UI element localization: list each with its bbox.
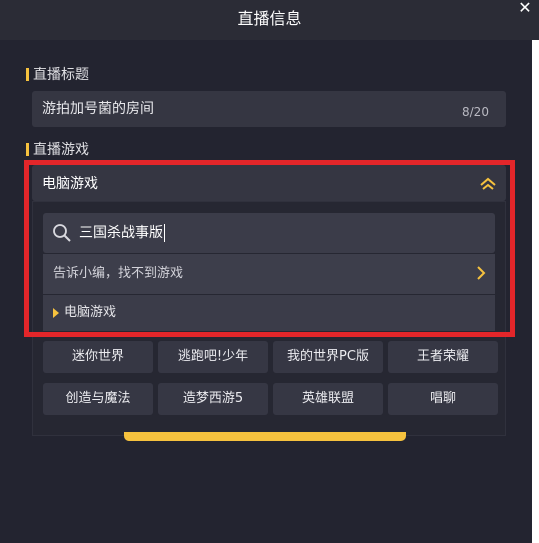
- game-button[interactable]: 造梦西游5: [158, 383, 268, 415]
- close-icon[interactable]: ✕: [514, 0, 536, 18]
- game-button[interactable]: 我的世界PC版: [273, 341, 383, 373]
- live-title-value: 游拍加号菌的房间: [42, 101, 154, 117]
- confirm-button-edge[interactable]: [124, 432, 406, 441]
- section-accent-bar: [26, 68, 29, 81]
- window-edge: [532, 40, 539, 543]
- game-button[interactable]: 王者荣耀: [388, 341, 498, 373]
- section-accent-bar: [26, 143, 29, 156]
- live-game-label: 直播游戏: [33, 142, 89, 158]
- game-button[interactable]: 英雄联盟: [273, 383, 383, 415]
- highlight-frame: [24, 160, 515, 337]
- live-title-counter: 8/20: [462, 105, 489, 119]
- game-button[interactable]: 迷你世界: [43, 341, 153, 373]
- live-title-label: 直播标题: [33, 67, 89, 83]
- dialog-title: 直播信息: [237, 9, 302, 28]
- game-button[interactable]: 唱聊: [388, 383, 498, 415]
- game-button[interactable]: 逃跑吧!少年: [158, 341, 268, 373]
- game-button[interactable]: 创造与魔法: [43, 383, 153, 415]
